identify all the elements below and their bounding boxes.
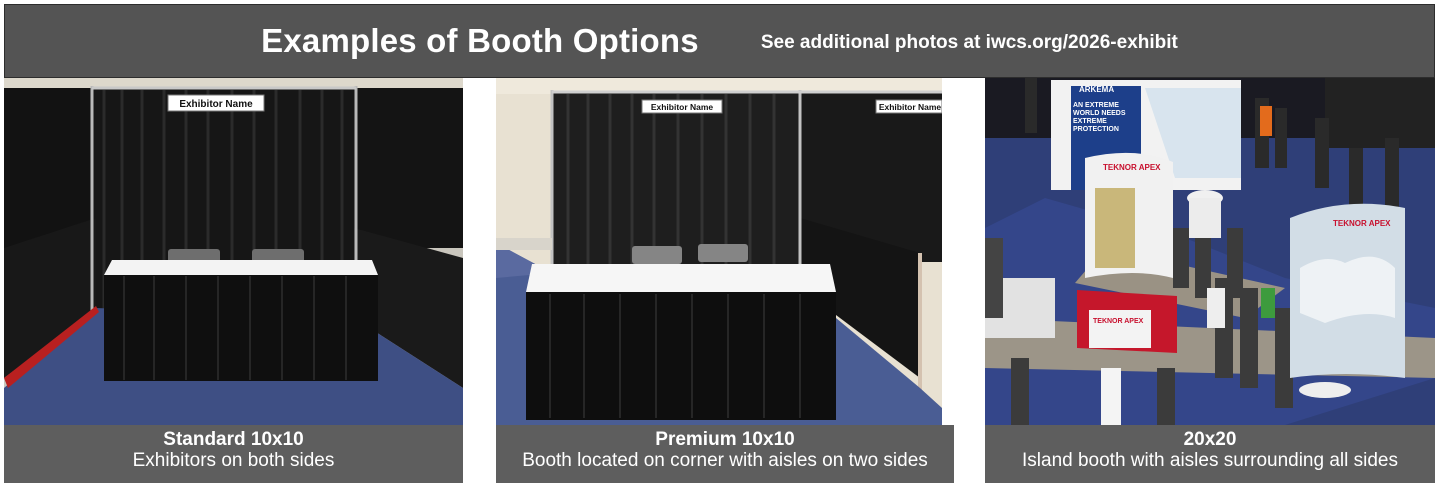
booth-title-standard: Standard 10x10 xyxy=(163,429,304,450)
header-banner: Examples of Booth Options See additional… xyxy=(4,4,1435,78)
booth-photo-premium: Exhibitor Name Exhibitor Name xyxy=(496,78,942,425)
caption-island: 20x20 Island booth with aisles surroundi… xyxy=(985,425,1435,483)
exhibitor-name-sign: Exhibitor Name xyxy=(179,99,253,110)
exhibitor-name-sign-adjacent: Exhibitor Name xyxy=(879,102,942,112)
arkema-logo-text: ARKEMA xyxy=(1079,85,1114,94)
teknor-apex-sign-counter: TEKNOR APEX xyxy=(1093,318,1144,325)
page-title: Examples of Booth Options xyxy=(261,22,699,59)
teknor-apex-sign-right: TEKNOR APEX xyxy=(1333,219,1391,228)
booth-description-premium: Booth located on corner with aisles on t… xyxy=(522,450,928,471)
booth-title-island: 20x20 xyxy=(1183,429,1237,450)
photos-link-text: See additional photos at iwcs.org/2026-e… xyxy=(760,32,1178,53)
teknor-apex-sign-left: TEKNOR APEX xyxy=(1103,163,1161,172)
booth-photo-standard: Exhibitor Name xyxy=(4,78,463,425)
caption-standard: Standard 10x10 Exhibitors on both sides xyxy=(4,425,463,483)
booth-title-premium: Premium 10x10 xyxy=(655,429,795,450)
booth-photo-island: ARKEMA AN EXTREME WORLD NEEDS EXTREME PR… xyxy=(985,78,1435,425)
booth-description-island: Island booth with aisles surrounding all… xyxy=(1022,450,1398,471)
arkema-slogan: AN EXTREME WORLD NEEDS EXTREME PROTECTIO… xyxy=(1073,102,1126,133)
caption-premium: Premium 10x10 Booth located on corner wi… xyxy=(496,425,954,483)
booth-description-standard: Exhibitors on both sides xyxy=(132,450,335,471)
exhibitor-name-sign: Exhibitor Name xyxy=(651,102,714,112)
